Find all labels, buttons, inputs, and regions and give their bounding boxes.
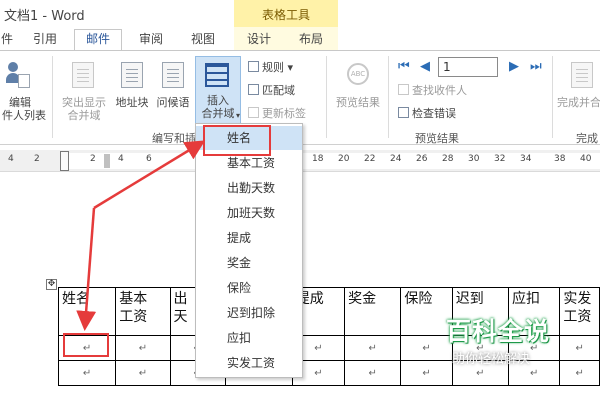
watermark-subtitle: 助你轻松解决 (452, 352, 531, 367)
watermark-title: 百科全说 (446, 317, 551, 346)
arrow-to-menu-item (93, 140, 206, 210)
arrow-to-table-cell (76, 207, 97, 331)
